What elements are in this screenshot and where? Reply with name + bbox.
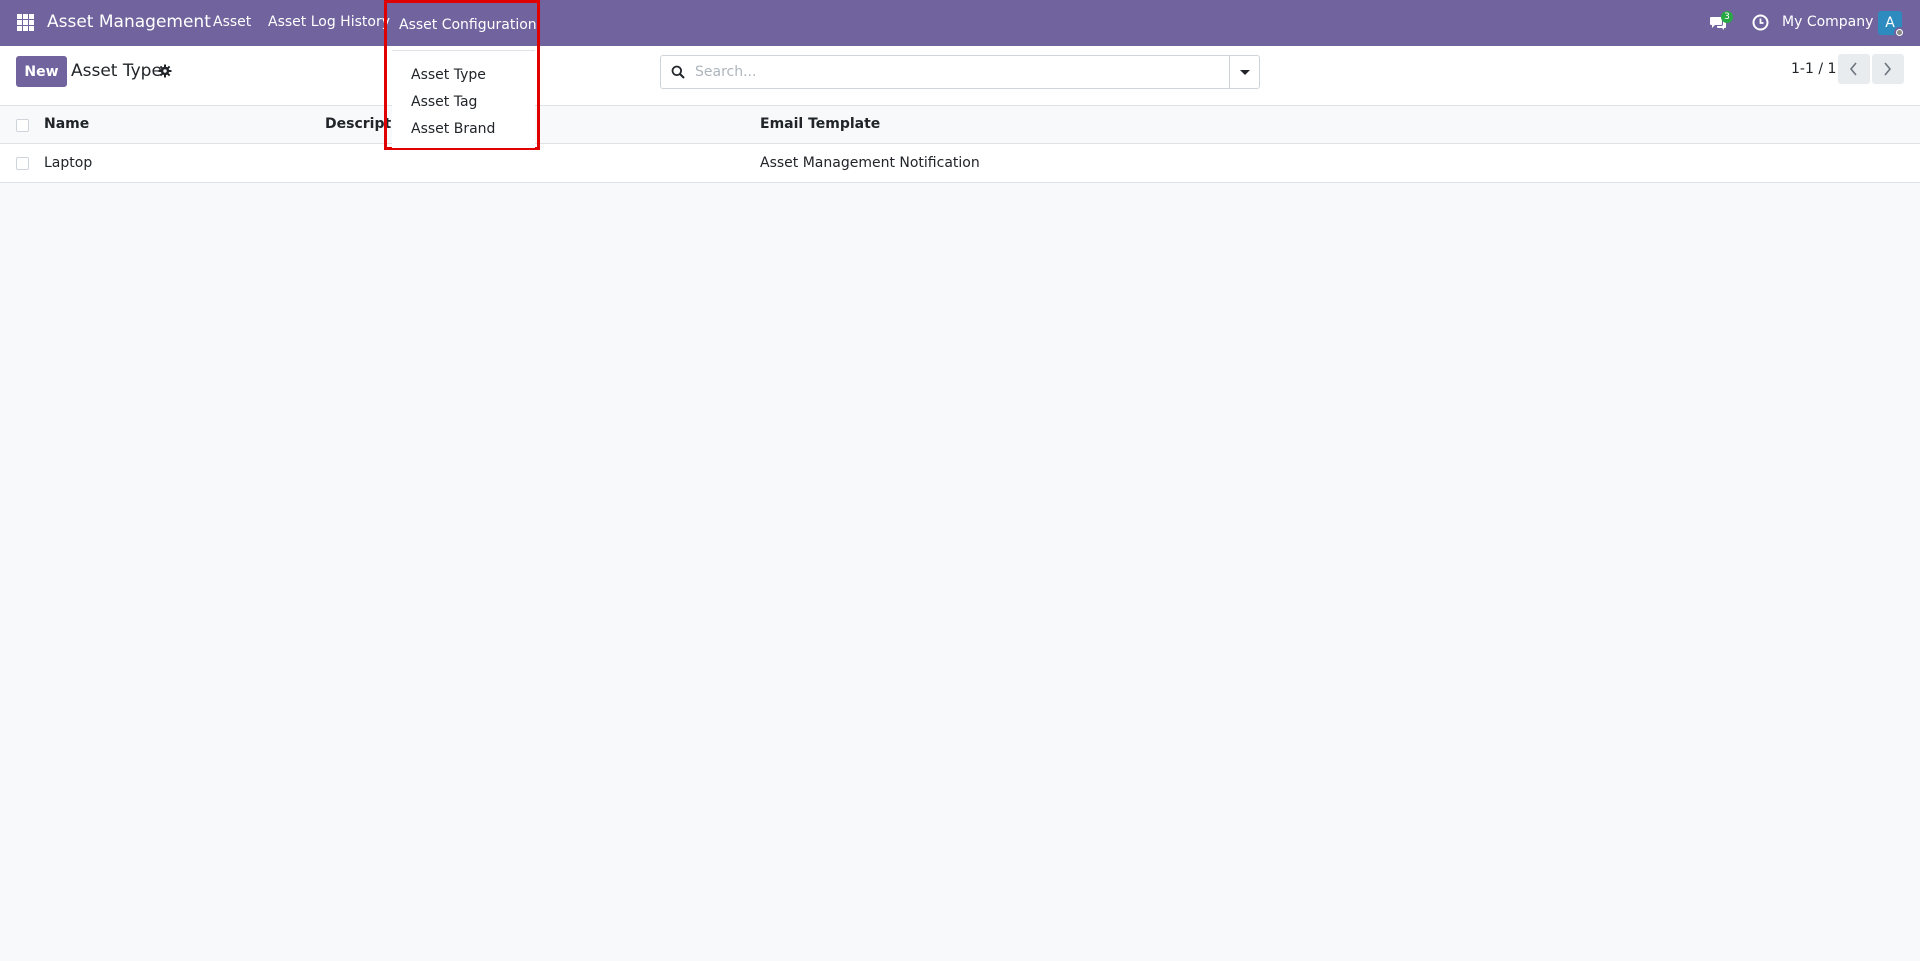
column-header-email-template[interactable]: Email Template [760,116,880,132]
pager-value[interactable]: 1-1 / 1 [1791,61,1836,77]
user-avatar[interactable]: A [1878,11,1905,38]
dropdown-item-asset-brand[interactable]: Asset Brand [411,121,495,137]
cell-email-template: Asset Management Notification [760,155,980,171]
search-icon [671,65,685,79]
menu-asset-configuration[interactable]: Asset Configuration [399,17,537,33]
avatar-letter: A [1885,15,1895,31]
chevron-left-icon [1849,62,1857,76]
row-checkbox[interactable] [16,157,29,170]
table-row[interactable]: Laptop Asset Management Notification [0,144,1920,183]
presence-status-icon [1894,27,1905,38]
pager-previous-button[interactable] [1838,54,1870,84]
menu-asset-log-history[interactable]: Asset Log History [268,14,390,30]
dropdown-item-asset-tag[interactable]: Asset Tag [411,94,477,110]
search-input[interactable] [695,57,1215,87]
select-all-checkbox[interactable] [16,119,29,132]
column-header-name[interactable]: Name [44,116,89,132]
company-switcher[interactable]: My Company [1782,14,1873,30]
chat-count-badge: 3 [1721,11,1733,23]
dropdown-menu: Asset Type Asset Tag Asset Brand [392,50,535,148]
table-header: Name Description Email Template [0,106,1920,144]
page-title: Asset Type [71,61,162,81]
chevron-right-icon [1884,62,1892,76]
gear-icon[interactable] [158,64,172,78]
app-brand[interactable]: Asset Management [47,12,211,32]
pager-next-button[interactable] [1872,54,1904,84]
new-button[interactable]: New [16,56,67,87]
clock-icon[interactable] [1752,14,1769,31]
search-bar [660,55,1260,89]
asset-type-list: Name Description Email Template Laptop A… [0,106,1920,183]
top-navbar: Asset Management Asset Asset Log History… [0,0,1920,46]
cell-name: Laptop [44,155,93,171]
asset-configuration-dropdown: Asset Configuration Asset Type Asset Tag… [384,0,540,150]
search-options-toggle[interactable] [1229,56,1259,88]
apps-grid-icon[interactable] [17,14,34,31]
control-panel: New Asset Type 1-1 / 1 [0,46,1920,106]
dropdown-item-asset-type[interactable]: Asset Type [411,67,486,83]
menu-asset[interactable]: Asset [213,14,251,30]
